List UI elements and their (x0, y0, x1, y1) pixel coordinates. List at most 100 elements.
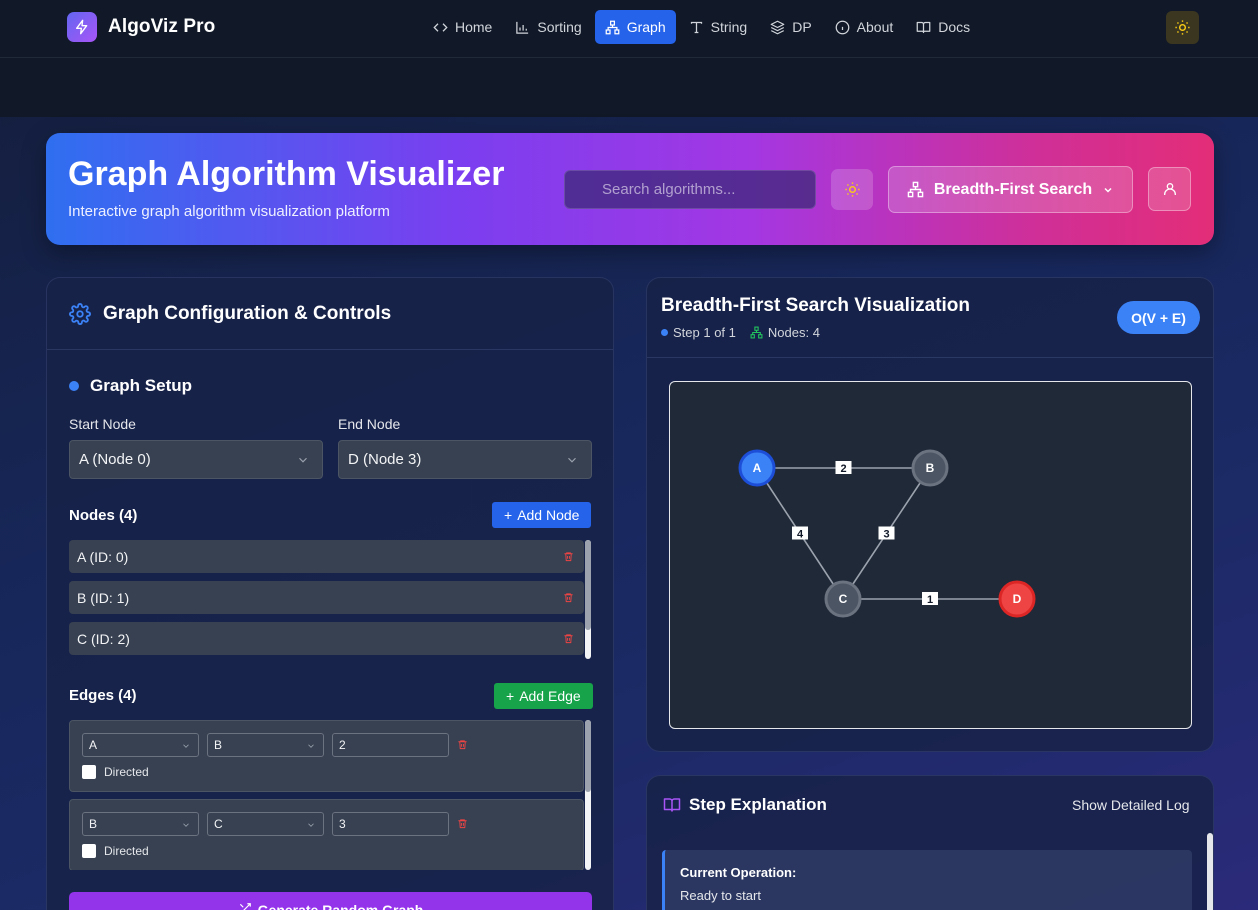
node-label: C (ID: 2) (77, 630, 130, 647)
list-item: C (ID: 2) (69, 622, 584, 655)
edge-from-select[interactable]: A (82, 733, 199, 757)
brand[interactable]: AlgoViz Pro (67, 12, 215, 42)
network-icon (750, 326, 763, 339)
nodes-heading: Nodes (4) (69, 507, 138, 524)
nav-graph[interactable]: Graph (594, 10, 676, 44)
viz-title: Breadth-First Search Visualization (661, 295, 971, 316)
hero-theme-button[interactable] (831, 169, 873, 210)
book-open-icon (663, 798, 681, 812)
edge-to-value: C (214, 817, 223, 831)
node-list-scroll-thumb[interactable] (585, 540, 591, 630)
gear-icon (69, 302, 91, 325)
current-operation-value: Ready to start (680, 888, 761, 903)
chevron-down-icon (568, 457, 576, 463)
nav-docs-label: Docs (938, 19, 971, 35)
edge-list-scroll-thumb[interactable] (585, 720, 591, 792)
edge-weight-input[interactable]: 2 (332, 733, 449, 757)
add-node-label: Add Node (517, 507, 580, 523)
graph-node-label: B (926, 461, 935, 475)
add-node-button[interactable]: + Add Node (492, 502, 592, 528)
graph-canvas[interactable]: 2 3 4 1 A B C D (669, 381, 1192, 729)
nav-links: Home Sorting Graph String DP About Docs (423, 10, 980, 44)
graph-svg: 2 3 4 1 A B C D (738, 449, 1036, 618)
graph-setup-label: Graph Setup (90, 376, 193, 395)
nav-graph-label: Graph (626, 19, 666, 35)
complexity-badge: O(V + E) (1117, 301, 1200, 334)
nav-about[interactable]: About (825, 10, 904, 44)
graph-setup-heading: Graph Setup (69, 376, 192, 396)
add-edge-button[interactable]: + Add Edge (494, 683, 593, 709)
generate-label: Generate Random Graph (257, 902, 424, 910)
directed-checkbox[interactable] (82, 844, 96, 858)
step-explanation-heading: Step Explanation (663, 795, 827, 815)
text-icon (690, 21, 702, 33)
directed-label: Directed (104, 844, 149, 858)
end-node-value: D (Node 3) (348, 451, 422, 468)
user-icon (1163, 183, 1176, 195)
directed-checkbox[interactable] (82, 765, 96, 779)
theme-toggle-button[interactable] (1166, 11, 1199, 44)
trash-icon[interactable] (563, 633, 574, 644)
node-label: B (ID: 1) (77, 589, 130, 606)
edge-weight-value: 3 (339, 817, 346, 831)
nav-home[interactable]: Home (423, 10, 502, 44)
trash-icon[interactable] (563, 592, 574, 603)
edge-weight-input[interactable]: 3 (332, 812, 449, 836)
status-dot (661, 329, 668, 336)
nav-about-label: About (856, 19, 894, 35)
list-item: A (ID: 0) (69, 540, 584, 573)
show-detailed-log-link[interactable]: Show Detailed Log (1072, 797, 1190, 813)
viz-meta: Step 1 of 1 Nodes: 4 (661, 325, 820, 340)
section-dot (69, 381, 79, 391)
step-indicator: Step 1 of 1 (661, 325, 736, 340)
top-navbar: AlgoViz Pro Home Sorting Graph String DP… (0, 0, 1258, 58)
graph-config-panel: Graph Configuration & Controls Graph Set… (46, 277, 614, 910)
chevron-down-icon (308, 744, 314, 748)
chevron-down-icon (299, 457, 307, 463)
node-list: A (ID: 0) B (ID: 1) C (ID: 2) (69, 540, 592, 659)
hero-header: Graph Algorithm Visualizer Interactive g… (46, 133, 1214, 245)
list-item: B (ID: 1) (69, 581, 584, 614)
edge-weight-label: 4 (797, 529, 804, 541)
edges-heading: Edges (4) (69, 687, 137, 704)
algorithm-select[interactable]: Breadth-First Search (888, 166, 1133, 213)
nav-string[interactable]: String (679, 10, 758, 44)
edge-from-select[interactable]: B (82, 812, 199, 836)
node-count: Nodes: 4 (750, 325, 820, 340)
edge-to-select[interactable]: B (207, 733, 324, 757)
info-icon (835, 20, 850, 34)
edge-to-value: B (214, 738, 223, 752)
nav-sorting-label: Sorting (537, 19, 582, 35)
secondary-bar (0, 58, 1258, 117)
bar-chart-icon (516, 21, 529, 34)
edge-from-value: B (89, 817, 98, 831)
network-icon (907, 181, 924, 198)
nav-docs[interactable]: Docs (906, 10, 980, 44)
edge-weight-label: 1 (927, 594, 933, 606)
edge-weight-label: 2 (840, 463, 846, 475)
edge-to-select[interactable]: C (207, 812, 324, 836)
generate-random-graph-button[interactable]: Generate Random Graph (69, 892, 592, 910)
trash-icon[interactable] (563, 551, 574, 562)
nav-dp[interactable]: DP (760, 10, 821, 44)
search-input[interactable] (564, 170, 816, 209)
edge-weight-value: 2 (339, 738, 346, 752)
step-scrollbar[interactable] (1207, 833, 1213, 910)
directed-label: Directed (104, 765, 149, 779)
end-node-select[interactable]: D (Node 3) (338, 440, 592, 479)
divider (647, 357, 1213, 358)
page-subtitle: Interactive graph algorithm visualizatio… (68, 203, 390, 220)
edge-card: B C 3 Directed (69, 799, 584, 870)
trash-icon[interactable] (457, 818, 468, 829)
nav-sorting[interactable]: Sorting (505, 10, 591, 44)
book-icon (916, 21, 931, 33)
current-operation-label: Current Operation: (680, 865, 797, 880)
chevron-down-icon (183, 823, 189, 827)
nav-home-label: Home (455, 19, 493, 35)
trash-icon[interactable] (457, 739, 468, 750)
user-button[interactable] (1148, 167, 1191, 211)
brand-name: AlgoViz Pro (108, 16, 216, 37)
start-node-select[interactable]: A (Node 0) (69, 440, 323, 479)
config-header: Graph Configuration & Controls (47, 278, 613, 350)
start-node-label: Start Node (69, 416, 136, 432)
